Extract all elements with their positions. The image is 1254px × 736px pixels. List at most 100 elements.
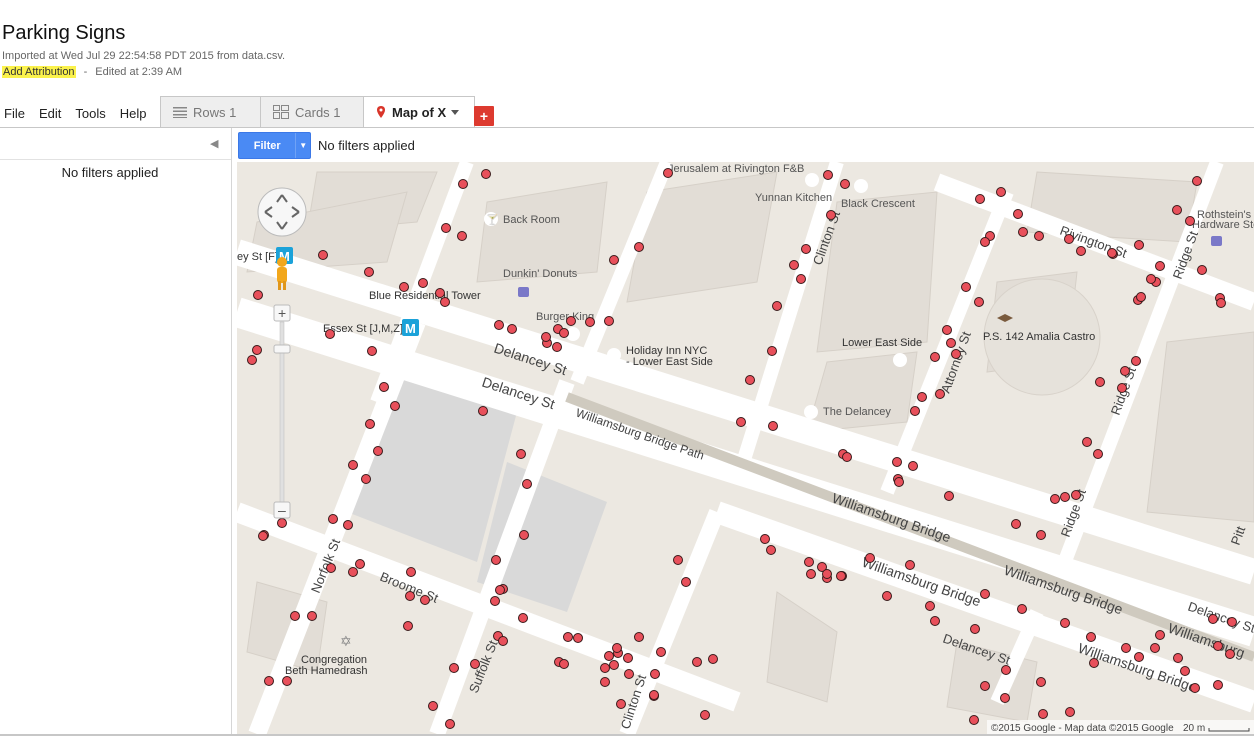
parking-sign-marker[interactable] [355, 559, 365, 569]
parking-sign-marker[interactable] [1192, 176, 1202, 186]
parking-sign-marker[interactable] [325, 329, 335, 339]
parking-sign-marker[interactable] [1155, 630, 1165, 640]
parking-sign-marker[interactable] [1060, 492, 1070, 502]
parking-sign-marker[interactable] [1011, 519, 1021, 529]
parking-sign-marker[interactable] [745, 375, 755, 385]
parking-sign-marker[interactable] [420, 595, 430, 605]
parking-sign-marker[interactable] [458, 179, 468, 189]
parking-sign-marker[interactable] [328, 514, 338, 524]
parking-sign-marker[interactable] [604, 651, 614, 661]
parking-sign-marker[interactable] [974, 297, 984, 307]
parking-sign-marker[interactable] [519, 530, 529, 540]
parking-sign-marker[interactable] [980, 681, 990, 691]
parking-sign-marker[interactable] [1216, 298, 1226, 308]
parking-sign-marker[interactable] [1136, 292, 1146, 302]
parking-sign-marker[interactable] [1071, 490, 1081, 500]
parking-sign-marker[interactable] [440, 297, 450, 307]
parking-sign-marker[interactable] [1225, 649, 1235, 659]
parking-sign-marker[interactable] [826, 210, 836, 220]
parking-sign-marker[interactable] [406, 567, 416, 577]
parking-sign-marker[interactable] [1018, 227, 1028, 237]
filter-dropdown-icon[interactable]: ▼ [295, 133, 310, 158]
parking-sign-marker[interactable] [768, 421, 778, 431]
poi-jerusalem[interactable]: Jerusalem at Rivington F&B [668, 163, 804, 175]
parking-sign-marker[interactable] [1134, 240, 1144, 250]
parking-sign-marker[interactable] [804, 557, 814, 567]
parking-sign-marker[interactable] [258, 531, 268, 541]
parking-sign-marker[interactable] [498, 636, 508, 646]
parking-sign-marker[interactable] [1038, 709, 1048, 719]
parking-sign-marker[interactable] [470, 659, 480, 669]
menu-tools[interactable]: Tools [75, 106, 105, 121]
parking-sign-marker[interactable] [1155, 261, 1165, 271]
parking-sign-marker[interactable] [441, 223, 451, 233]
parking-sign-marker[interactable] [623, 653, 633, 663]
parking-sign-marker[interactable] [445, 719, 455, 729]
parking-sign-marker[interactable] [559, 659, 569, 669]
parking-sign-marker[interactable] [760, 534, 770, 544]
parking-sign-marker[interactable] [277, 518, 287, 528]
parking-sign-marker[interactable] [435, 288, 445, 298]
parking-sign-marker[interactable] [478, 406, 488, 416]
parking-sign-marker[interactable] [1000, 693, 1010, 703]
parking-sign-marker[interactable] [318, 250, 328, 260]
parking-sign-marker[interactable] [908, 461, 918, 471]
parking-sign-marker[interactable] [1089, 658, 1099, 668]
parking-sign-marker[interactable] [951, 349, 961, 359]
parking-sign-marker[interactable] [1131, 356, 1141, 366]
parking-sign-marker[interactable] [481, 169, 491, 179]
parking-sign-marker[interactable] [1095, 377, 1105, 387]
parking-sign-marker[interactable] [367, 346, 377, 356]
parking-sign-marker[interactable] [457, 231, 467, 241]
parking-sign-marker[interactable] [1050, 494, 1060, 504]
parking-sign-marker[interactable] [772, 301, 782, 311]
tab-rows[interactable]: Rows 1 [160, 96, 261, 127]
parking-sign-marker[interactable] [600, 663, 610, 673]
parking-sign-marker[interactable] [495, 585, 505, 595]
parking-sign-marker[interactable] [600, 677, 610, 687]
parking-sign-marker[interactable] [1227, 617, 1237, 627]
parking-sign-marker[interactable] [491, 555, 501, 565]
parking-sign-marker[interactable] [390, 401, 400, 411]
parking-sign-marker[interactable] [585, 317, 595, 327]
parking-sign-marker[interactable] [518, 613, 528, 623]
parking-sign-marker[interactable] [1013, 209, 1023, 219]
parking-sign-marker[interactable] [516, 449, 526, 459]
parking-sign-marker[interactable] [1197, 265, 1207, 275]
parking-sign-marker[interactable] [930, 616, 940, 626]
parking-sign-marker[interactable] [910, 406, 920, 416]
parking-sign-marker[interactable] [1180, 666, 1190, 676]
map-view[interactable]: Delancey St Delancey St Williamsburg Bri… [237, 162, 1254, 734]
parking-sign-marker[interactable] [840, 179, 850, 189]
parking-sign-marker[interactable] [282, 676, 292, 686]
parking-sign-marker[interactable] [1120, 366, 1130, 376]
parking-sign-marker[interactable] [980, 237, 990, 247]
parking-sign-marker[interactable] [1121, 643, 1131, 653]
parking-sign-marker[interactable] [801, 244, 811, 254]
parking-sign-marker[interactable] [970, 624, 980, 634]
add-attribution-link[interactable]: Add Attribution [2, 66, 76, 78]
parking-sign-marker[interactable] [634, 242, 644, 252]
parking-sign-marker[interactable] [541, 332, 551, 342]
parking-sign-marker[interactable] [925, 601, 935, 611]
parking-sign-marker[interactable] [449, 663, 459, 673]
parking-sign-marker[interactable] [1146, 274, 1156, 284]
parking-sign-marker[interactable] [961, 282, 971, 292]
parking-sign-marker[interactable] [865, 553, 875, 563]
poi-blue-residential-tower[interactable]: Blue Residential Tower [369, 290, 481, 302]
parking-sign-marker[interactable] [609, 255, 619, 265]
parking-sign-marker[interactable] [634, 632, 644, 642]
parking-sign-marker[interactable] [1213, 680, 1223, 690]
parking-sign-marker[interactable] [307, 611, 317, 621]
parking-sign-marker[interactable] [264, 676, 274, 686]
parking-sign-marker[interactable] [1017, 604, 1027, 614]
collapse-sidebar-icon[interactable]: ◀ [210, 137, 218, 150]
menu-file[interactable]: File [4, 106, 25, 121]
parking-sign-marker[interactable] [1208, 614, 1218, 624]
parking-sign-marker[interactable] [842, 452, 852, 462]
parking-sign-marker[interactable] [373, 446, 383, 456]
parking-sign-marker[interactable] [975, 194, 985, 204]
parking-sign-marker[interactable] [573, 633, 583, 643]
parking-sign-marker[interactable] [892, 457, 902, 467]
add-tab-button[interactable]: + [474, 106, 494, 126]
